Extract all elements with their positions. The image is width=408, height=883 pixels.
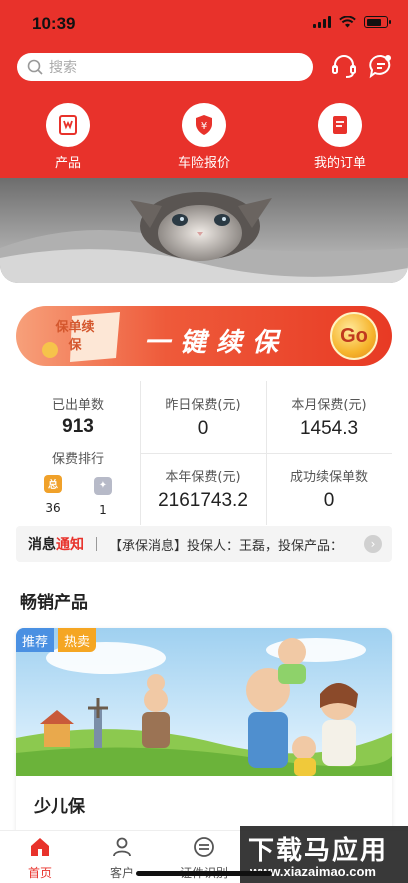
notice-separator — [96, 537, 97, 551]
month-label: 本月保费(元) — [291, 398, 367, 413]
yesterday-value: 0 — [197, 418, 209, 439]
rank-gold-value: 36 — [45, 500, 61, 515]
search-input[interactable]: 搜索 — [17, 53, 313, 81]
notice-text: 【承保消息】投保人：王磊，投保产品：... — [109, 538, 335, 554]
year-label: 本年保费(元) — [165, 470, 241, 485]
notice-bar[interactable]: 消息通知 【承保消息】投保人：王磊，投保产品：... › — [16, 526, 392, 562]
quick-nav-car-quote[interactable]: ¥ 车险报价 — [159, 103, 249, 171]
product-name: 少儿保 — [34, 797, 85, 817]
rank-medals: 总 36 ✦ 1 — [16, 473, 140, 517]
scan-id-icon — [194, 837, 214, 857]
status-bar: 10:39 — [0, 0, 408, 46]
yesterday-premium: 昨日保费(元) 0 — [140, 394, 266, 440]
search-icon — [27, 59, 43, 75]
quick-nav-my-orders-circle — [318, 103, 362, 147]
rank-silver-value: 1 — [99, 502, 107, 517]
rank-label: 保费排行 — [51, 452, 104, 467]
shield-yen-icon: ¥ — [196, 115, 212, 135]
rank-gold[interactable]: 总 36 — [44, 473, 62, 517]
rank-silver[interactable]: ✦ 1 — [94, 473, 112, 517]
yesterday-label: 昨日保费(元) — [165, 398, 241, 413]
section-title: 畅销产品 — [20, 593, 88, 613]
renew-badge-label: 保单续保 — [55, 320, 95, 353]
home-icon — [31, 838, 49, 856]
stats-left-column: 已出单数 913 保费排行 总 36 ✦ 1 — [16, 381, 140, 525]
chevron-right-icon[interactable]: › — [364, 535, 382, 553]
status-icons — [313, 16, 391, 28]
quick-nav-car-quote-label: 车险报价 — [177, 156, 230, 171]
kitten-photo — [0, 178, 408, 283]
tag-recommend: 推荐 — [16, 628, 55, 652]
home-indicator — [136, 871, 272, 876]
product-card[interactable]: 推荐 热卖 少儿保 — [16, 628, 392, 838]
renewed-value: 0 — [323, 490, 335, 511]
search-placeholder: 搜索 — [49, 60, 77, 76]
quick-nav: 产品 ¥ 车险报价 我的订单 — [0, 103, 408, 173]
month-value: 1454.3 — [299, 418, 359, 439]
promo-banner-image[interactable] — [0, 178, 408, 283]
tag-hot: 热卖 — [58, 628, 97, 652]
divider — [140, 453, 392, 454]
chat-bubble-icon[interactable] — [366, 51, 396, 81]
watermark-title: 下载马应用 — [248, 836, 389, 866]
tab-home[interactable]: 首页 — [0, 835, 80, 881]
quick-nav-car-quote-circle: ¥ — [182, 103, 226, 147]
go-button[interactable]: Go — [330, 312, 378, 360]
svg-text:¥: ¥ — [201, 121, 207, 132]
headset-icon[interactable] — [329, 51, 359, 81]
orders-value: 913 — [62, 416, 94, 437]
notice-title-a: 消息 — [28, 537, 56, 553]
battery-icon — [364, 16, 391, 28]
notice-title-b: 通知 — [56, 537, 84, 553]
user-icon — [113, 837, 131, 857]
tab-home-label: 首页 — [27, 866, 52, 880]
year-premium: 本年保费(元) 2161743.2 — [140, 466, 266, 512]
month-premium: 本月保费(元) 1454.3 — [266, 394, 392, 440]
product-icon — [59, 115, 77, 135]
cellular-signal-icon — [313, 16, 331, 28]
notice-title: 消息通知 — [28, 534, 84, 554]
stats-panel: 已出单数 913 保费排行 总 36 ✦ 1 昨日保费(元) 0 本月保费(元)… — [16, 381, 392, 525]
order-list-icon — [333, 116, 347, 134]
quick-nav-my-orders-label: 我的订单 — [313, 156, 366, 171]
gold-medal-icon: 总 — [44, 474, 62, 493]
quick-nav-product[interactable]: 产品 — [23, 103, 113, 171]
orders-label: 已出单数 — [51, 398, 104, 413]
header: 10:39 搜索 产品 ¥ 车险报价 我的订单 — [0, 0, 408, 178]
renewed-count: 成功续保单数 0 — [266, 466, 392, 512]
quick-nav-product-label: 产品 — [54, 156, 81, 171]
one-click-renew-banner[interactable]: 保单续保 一键续保 Go — [16, 306, 392, 366]
renewed-label: 成功续保单数 — [289, 470, 368, 485]
status-time: 10:39 — [32, 14, 76, 33]
wifi-icon — [339, 16, 356, 28]
renew-title: 一键续保 — [144, 328, 289, 358]
quick-nav-my-orders[interactable]: 我的订单 — [295, 103, 385, 171]
year-value: 2161743.2 — [158, 490, 248, 511]
quick-nav-product-circle — [46, 103, 90, 147]
silver-medal-icon: ✦ — [94, 476, 112, 495]
